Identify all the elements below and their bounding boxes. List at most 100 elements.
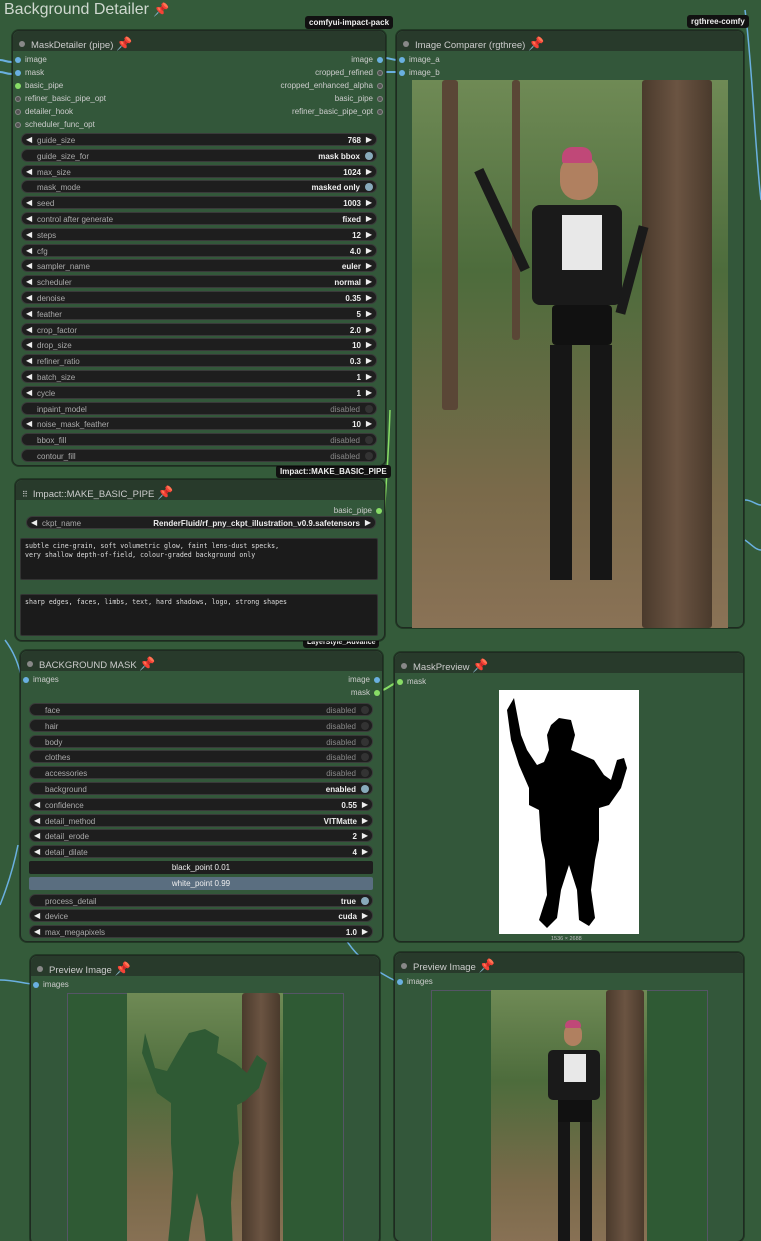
white-point-bar[interactable]: white_point 0.99	[29, 877, 373, 890]
input-image-a[interactable]: image_a	[397, 53, 743, 66]
widget-guide-size[interactable]: ◀ guide_size 768 ▶	[21, 133, 377, 146]
preview-image-node-1[interactable]: Preview Image 📌 images	[30, 955, 380, 1241]
arrow-right-icon[interactable]: ▶	[366, 325, 372, 334]
toggle-knob-icon[interactable]	[361, 706, 369, 714]
arrow-left-icon[interactable]: ◀	[26, 214, 32, 223]
input-slot-icon[interactable]	[15, 108, 21, 115]
output-mask[interactable]: mask	[21, 686, 382, 699]
group-title[interactable]: Background Detailer 📌	[4, 1, 170, 19]
ckpt-name-select[interactable]: ◀ ckpt_name RenderFluid/rf_pny_ckpt_illust…	[26, 516, 376, 529]
arrow-left-icon[interactable]: ◀	[34, 831, 40, 840]
arrow-left-icon[interactable]: ◀	[26, 230, 32, 239]
negative-prompt-textarea[interactable]: sharp edges, faces, limbs, text, hard sh…	[20, 594, 378, 636]
arrow-right-icon[interactable]: ▶	[365, 518, 371, 527]
arrow-right-icon[interactable]: ▶	[362, 831, 368, 840]
arrow-left-icon[interactable]: ◀	[26, 261, 32, 270]
black-point-bar[interactable]: black_point 0.01	[29, 861, 373, 874]
arrow-right-icon[interactable]: ▶	[366, 167, 372, 176]
arrow-left-icon[interactable]: ◀	[34, 847, 40, 856]
arrow-right-icon[interactable]: ▶	[366, 388, 372, 397]
arrow-right-icon[interactable]: ▶	[362, 800, 368, 809]
widget-bbox-fill[interactable]: bbox_fill disabled	[21, 433, 377, 447]
widget-max-megapixels[interactable]: ◀ max_megapixels 1.0 ▶	[29, 925, 373, 939]
output-slot-icon[interactable]	[377, 56, 383, 63]
arrow-right-icon[interactable]: ▶	[366, 293, 372, 302]
toggle-knob-icon[interactable]	[361, 785, 369, 793]
arrow-right-icon[interactable]: ▶	[366, 230, 372, 239]
widget-background[interactable]: background enabled	[29, 782, 373, 795]
widget-crop-factor[interactable]: ◀ crop_factor 2.0 ▶	[21, 322, 377, 336]
widget-guide-size-for[interactable]: guide_size_for mask bbox	[21, 148, 377, 162]
preview-image[interactable]	[127, 993, 283, 1241]
collapse-dot-icon[interactable]	[403, 41, 409, 47]
widget-hair[interactable]: hair disabled	[29, 718, 373, 732]
input-mask[interactable]: mask	[395, 675, 743, 688]
arrow-right-icon[interactable]: ▶	[366, 261, 372, 270]
widget-accessories[interactable]: accessories disabled	[29, 766, 373, 780]
widget-max-size[interactable]: ◀ max_size 1024 ▶	[21, 164, 377, 178]
widget-drop-size[interactable]: ◀ drop_size 10 ▶	[21, 338, 377, 352]
node-title[interactable]: Preview Image 📌	[395, 953, 743, 973]
mask-detailer-node[interactable]: MaskDetailer (pipe) 📌 image image mask crop…	[12, 30, 386, 466]
io-row[interactable]: mask cropped_refined	[13, 66, 385, 79]
input-slot-icon[interactable]	[15, 95, 21, 102]
arrow-right-icon[interactable]: ▶	[366, 372, 372, 381]
widget-face[interactable]: face disabled	[29, 703, 373, 716]
arrow-left-icon[interactable]: ◀	[26, 198, 32, 207]
node-title[interactable]: MaskPreview 📌	[395, 653, 743, 673]
collapse-dot-icon[interactable]	[401, 663, 407, 669]
widget-detail-erode[interactable]: ◀ detail_erode 2 ▶	[29, 829, 373, 843]
arrow-right-icon[interactable]: ▶	[366, 246, 372, 255]
arrow-left-icon[interactable]: ◀	[34, 816, 40, 825]
mask-preview-node[interactable]: MaskPreview 📌 mask 1536 × 2688	[394, 652, 744, 942]
input-image-b[interactable]: image_b	[397, 66, 743, 79]
arrow-left-icon[interactable]: ◀	[34, 800, 40, 809]
widget-noise-mask-feather[interactable]: ◀ noise_mask_feather 10 ▶	[21, 417, 377, 431]
collapse-dot-icon[interactable]	[37, 966, 43, 972]
input-images[interactable]: images	[31, 978, 379, 991]
node-title[interactable]: ⠿ Impact::MAKE_BASIC_PIPE 📌	[16, 480, 384, 500]
widget-mask-mode[interactable]: mask_mode masked only	[21, 180, 377, 194]
widget-cfg[interactable]: ◀ cfg 4.0 ▶	[21, 243, 377, 257]
toggle-knob-icon[interactable]	[365, 404, 373, 413]
widget-seed[interactable]: ◀ seed 1003 ▶	[21, 196, 377, 210]
widget-scheduler[interactable]: ◀ scheduler normal ▶	[21, 275, 377, 289]
output-slot-icon[interactable]	[377, 108, 383, 115]
widget-feather[interactable]: ◀ feather 5 ▶	[21, 306, 377, 320]
widget-batch-size[interactable]: ◀ batch_size 1 ▶	[21, 370, 377, 383]
input-images[interactable]: images	[395, 975, 743, 988]
arrow-left-icon[interactable]: ◀	[31, 518, 37, 527]
widget-body[interactable]: body disabled	[29, 734, 373, 748]
toggle-knob-icon[interactable]	[361, 737, 369, 746]
widget-refiner-ratio[interactable]: ◀ refiner_ratio 0.3 ▶	[21, 354, 377, 368]
arrow-right-icon[interactable]: ▶	[366, 419, 372, 428]
io-row[interactable]: basic_pipe cropped_enhanced_alpha	[13, 79, 385, 92]
widget-detail-method[interactable]: ◀ detail_method VITMatte ▶	[29, 813, 373, 827]
arrow-left-icon[interactable]: ◀	[26, 309, 32, 318]
arrow-left-icon[interactable]: ◀	[26, 356, 32, 365]
preview-image[interactable]	[491, 990, 647, 1241]
widget-cycle[interactable]: ◀ cycle 1 ▶	[21, 385, 377, 399]
toggle-knob-icon[interactable]	[365, 183, 373, 192]
arrow-left-icon[interactable]: ◀	[26, 388, 32, 397]
input-slot-icon[interactable]	[15, 56, 21, 63]
node-title[interactable]: MaskDetailer (pipe) 📌	[13, 31, 385, 51]
input-slot-icon[interactable]	[15, 69, 21, 76]
arrow-left-icon[interactable]: ◀	[26, 372, 32, 381]
widget-steps[interactable]: ◀ steps 12 ▶	[21, 227, 377, 241]
io-row[interactable]: scheduler_func_opt	[13, 118, 385, 131]
toggle-knob-icon[interactable]	[365, 436, 373, 445]
arrow-right-icon[interactable]: ▶	[366, 340, 372, 349]
arrow-left-icon[interactable]: ◀	[26, 246, 32, 255]
arrow-right-icon[interactable]: ▶	[366, 277, 372, 286]
image-comparer-node[interactable]: Image Comparer (rgthree) 📌 image_a image…	[396, 30, 744, 628]
arrow-left-icon[interactable]: ◀	[26, 277, 32, 286]
widget-denoise[interactable]: ◀ denoise 0.35 ▶	[21, 291, 377, 304]
arrow-right-icon[interactable]: ▶	[366, 214, 372, 223]
arrow-right-icon[interactable]: ▶	[362, 911, 368, 920]
node-title[interactable]: Image Comparer (rgthree) 📌	[397, 31, 743, 51]
preview-image-node-2[interactable]: Preview Image 📌 images	[394, 952, 744, 1241]
arrow-right-icon[interactable]: ▶	[366, 198, 372, 207]
arrow-left-icon[interactable]: ◀	[26, 167, 32, 176]
arrow-right-icon[interactable]: ▶	[366, 309, 372, 318]
